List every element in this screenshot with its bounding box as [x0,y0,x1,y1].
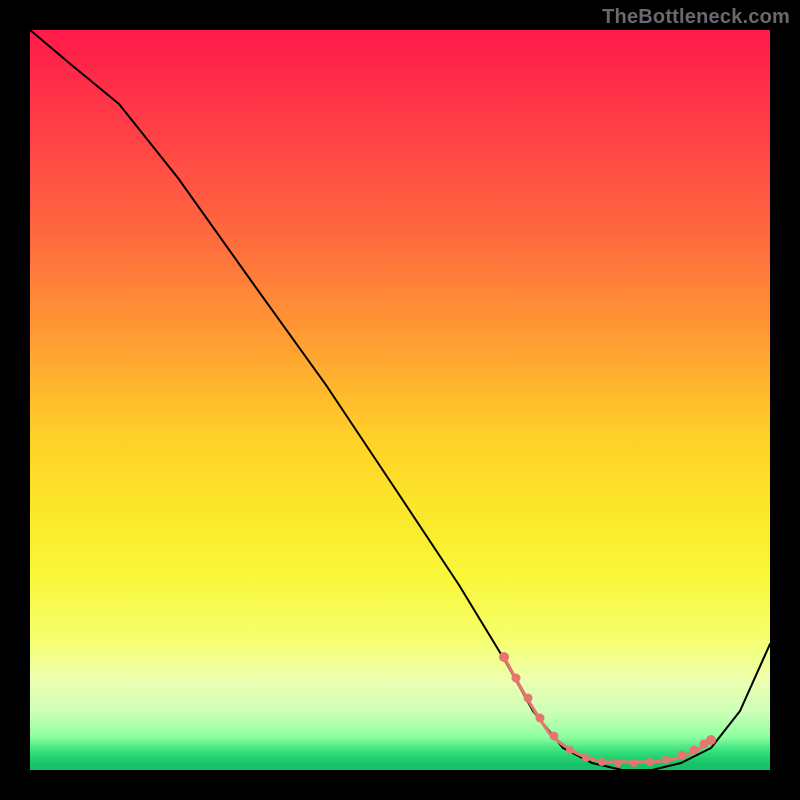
valley-dot [690,746,699,755]
valley-highlight-line [504,657,711,762]
valley-dot [598,758,606,766]
bottleneck-curve [30,30,770,770]
valley-dot [512,674,521,683]
valley-dot [499,652,509,662]
valley-dot [662,756,670,764]
curve-layer [30,30,770,770]
valley-dot [706,735,716,745]
valley-dot [524,694,533,703]
chart-frame: TheBottleneck.com [0,0,800,800]
valley-dot [646,758,654,766]
watermark-text: TheBottleneck.com [602,6,790,29]
valley-dot [536,714,545,723]
valley-dot [630,759,638,767]
valley-dot [582,754,590,762]
valley-dot [614,759,622,767]
valley-dot [678,751,687,760]
valley-dot [566,746,574,754]
plot-area [30,30,770,770]
valley-dot [550,732,559,741]
